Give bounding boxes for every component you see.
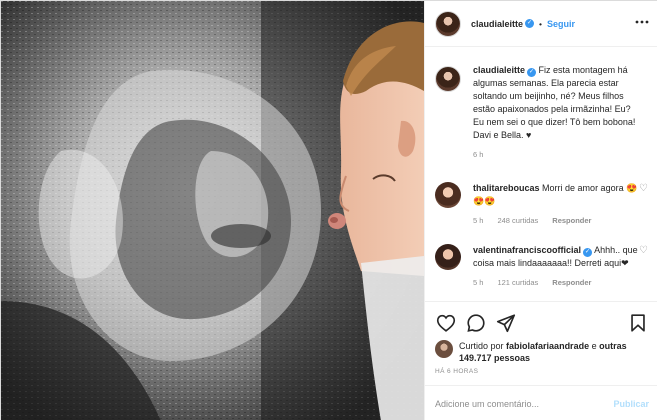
instagram-post: claudialeitte ✓ • Seguir claudialeitte ✓ … bbox=[0, 0, 657, 420]
publish-button[interactable]: Publicar bbox=[613, 399, 649, 409]
heart-icon[interactable] bbox=[435, 312, 457, 334]
avatar[interactable] bbox=[435, 340, 453, 358]
comment-form: Publicar bbox=[425, 385, 657, 420]
caption-time[interactable]: 6 h bbox=[473, 148, 483, 161]
caption-text: Fiz esta montagem há algumas semanas. El… bbox=[473, 65, 636, 140]
post-header: claudialeitte ✓ • Seguir bbox=[425, 1, 657, 47]
caption-username[interactable]: claudialeitte bbox=[473, 65, 525, 75]
verified-badge-icon: ✓ bbox=[525, 19, 535, 28]
share-icon[interactable] bbox=[495, 312, 517, 334]
comment-meta: 5 h 121 curtidas Responder bbox=[473, 276, 643, 289]
comment-heart-icon[interactable]: ♡ bbox=[639, 184, 649, 194]
comment-heart-icon[interactable]: ♡ bbox=[639, 246, 649, 256]
comments-list: claudialeitte ✓ Fiz esta montagem há algu… bbox=[425, 48, 657, 300]
separator-dot: • bbox=[539, 18, 543, 29]
username-link[interactable]: claudialeitte bbox=[471, 19, 523, 29]
comment-likes[interactable]: 248 curtidas bbox=[497, 214, 538, 227]
post-side-panel: claudialeitte ✓ • Seguir claudialeitte ✓ … bbox=[424, 1, 657, 420]
ultrasound-and-boy-photo bbox=[1, 1, 424, 420]
avatar[interactable] bbox=[435, 66, 461, 92]
caption-meta: 6 h bbox=[473, 148, 643, 161]
avatar[interactable] bbox=[435, 10, 461, 37]
liked-by-user[interactable]: fabiolafariaandrade bbox=[506, 341, 589, 351]
avatar[interactable] bbox=[435, 244, 461, 270]
reply-button[interactable]: Responder bbox=[552, 276, 591, 289]
comment-time[interactable]: 5 h bbox=[473, 214, 483, 227]
comment-likes[interactable]: 121 curtidas bbox=[497, 276, 538, 289]
reply-button[interactable]: Responder bbox=[552, 214, 591, 227]
comment-body: valentinafranciscoofficial ✓ Ahhh.. que c… bbox=[473, 244, 643, 289]
action-bar bbox=[435, 312, 649, 334]
comment-meta: 5 h 248 curtidas Responder bbox=[473, 214, 643, 227]
liked-by-text: Curtido por fabiolafariaandrade e outras… bbox=[459, 340, 649, 364]
comment-time[interactable]: 5 h bbox=[473, 276, 483, 289]
comment-icon[interactable] bbox=[465, 312, 487, 334]
comment-username[interactable]: valentinafranciscoofficial bbox=[473, 245, 581, 255]
verified-badge-icon: ✓ bbox=[527, 68, 537, 77]
post-image[interactable] bbox=[1, 1, 424, 420]
liked-by-middle: e bbox=[591, 341, 597, 351]
follow-button[interactable]: Seguir bbox=[547, 19, 575, 29]
more-options-icon[interactable] bbox=[635, 19, 649, 25]
liked-by-prefix: Curtido por bbox=[459, 341, 504, 351]
bookmark-icon[interactable] bbox=[627, 312, 649, 334]
comment-input[interactable] bbox=[435, 398, 614, 409]
caption-body: claudialeitte ✓ Fiz esta montagem há algu… bbox=[473, 64, 643, 161]
verified-badge-icon: ✓ bbox=[583, 248, 593, 257]
comment-body: thalitareboucas Morri de amor agora 😍😍😍 … bbox=[473, 182, 643, 227]
comment-username[interactable]: thalitareboucas bbox=[473, 183, 540, 193]
post-timestamp[interactable]: HÁ 6 HORAS bbox=[435, 368, 478, 375]
avatar[interactable] bbox=[435, 182, 461, 208]
